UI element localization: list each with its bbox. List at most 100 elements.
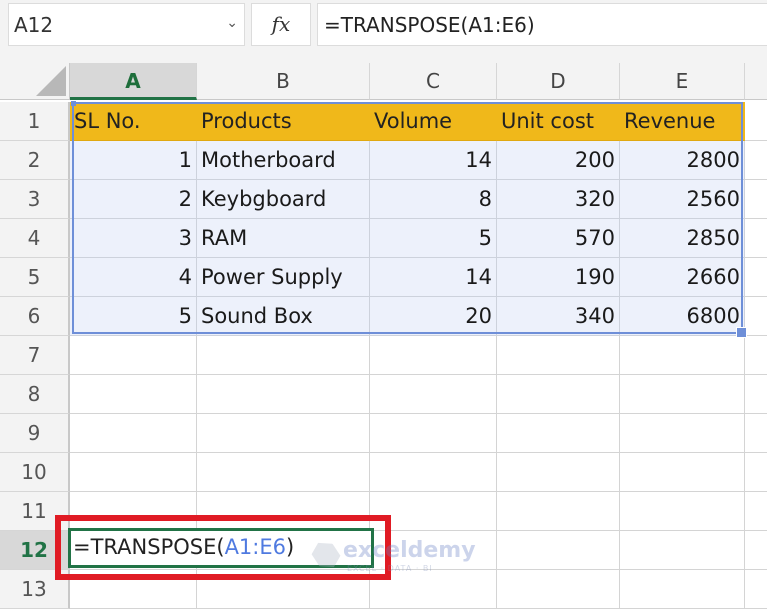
cell-a1[interactable]: SL No. (70, 102, 197, 141)
cell-c4[interactable]: 5 (370, 219, 497, 258)
cell-f11[interactable] (745, 492, 767, 531)
cell-f10[interactable] (745, 453, 767, 492)
select-all-triangle-icon (36, 66, 66, 96)
cell-e2[interactable]: 2800 (620, 141, 745, 180)
cell-c5[interactable]: 14 (370, 258, 497, 297)
cell-d13[interactable] (497, 570, 620, 609)
watermark-name: exceldemy (343, 538, 476, 563)
formula-bar-value: =TRANSPOSE(A1:E6) (324, 13, 535, 37)
name-box[interactable]: A12 ⌄ (8, 3, 245, 46)
row-header-9[interactable]: 9 (0, 414, 70, 453)
cell-b4[interactable]: RAM (197, 219, 370, 258)
column-header-b[interactable]: B (197, 63, 370, 100)
column-header-e[interactable]: E (620, 63, 745, 100)
cell-b7[interactable] (197, 336, 370, 375)
column-header-c[interactable]: C (370, 63, 497, 100)
row-header-1[interactable]: 1 (0, 102, 70, 141)
cell-f1[interactable] (745, 102, 767, 141)
column-header-a[interactable]: A (70, 63, 197, 100)
cell-f2[interactable] (745, 141, 767, 180)
cell-f9[interactable] (745, 414, 767, 453)
cell-d6[interactable]: 340 (497, 297, 620, 336)
cell-e5[interactable]: 2660 (620, 258, 745, 297)
cell-f13[interactable] (745, 570, 767, 609)
cell-b6[interactable]: Sound Box (197, 297, 370, 336)
cell-e6[interactable]: 6800 (620, 297, 745, 336)
cell-a9[interactable] (70, 414, 197, 453)
row-header-2[interactable]: 2 (0, 141, 70, 180)
cell-a8[interactable] (70, 375, 197, 414)
cell-c7[interactable] (370, 336, 497, 375)
cell-c3[interactable]: 8 (370, 180, 497, 219)
cell-a2[interactable]: 1 (70, 141, 197, 180)
row-header-4[interactable]: 4 (0, 219, 70, 258)
cell-b2[interactable]: Motherboard (197, 141, 370, 180)
cell-d10[interactable] (497, 453, 620, 492)
cell-b5[interactable]: Power Supply (197, 258, 370, 297)
chevron-down-icon[interactable]: ⌄ (226, 15, 238, 31)
row-header-7[interactable]: 7 (0, 336, 70, 375)
cell-e11[interactable] (620, 492, 745, 531)
cell-a10[interactable] (70, 453, 197, 492)
cell-b8[interactable] (197, 375, 370, 414)
cell-f12[interactable] (745, 531, 767, 570)
cell-d3[interactable]: 320 (497, 180, 620, 219)
cell-e7[interactable] (620, 336, 745, 375)
cell-d2[interactable]: 200 (497, 141, 620, 180)
column-header-f[interactable] (745, 63, 767, 100)
cell-d11[interactable] (497, 492, 620, 531)
cell-c9[interactable] (370, 414, 497, 453)
formula-range-ref: A1:E6 (224, 535, 286, 559)
cell-c1[interactable]: Volume (370, 102, 497, 141)
cell-d9[interactable] (497, 414, 620, 453)
row-header-6[interactable]: 6 (0, 297, 70, 336)
column-header-d[interactable]: D (497, 63, 620, 100)
cell-a7[interactable] (70, 336, 197, 375)
cell-e13[interactable] (620, 570, 745, 609)
cell-b10[interactable] (197, 453, 370, 492)
row-header-8[interactable]: 8 (0, 375, 70, 414)
cell-f8[interactable] (745, 375, 767, 414)
select-all-button[interactable] (0, 63, 70, 100)
cell-d5[interactable]: 190 (497, 258, 620, 297)
cell-a4[interactable]: 3 (70, 219, 197, 258)
cell-a6[interactable]: 5 (70, 297, 197, 336)
cell-d8[interactable] (497, 375, 620, 414)
insert-function-button[interactable]: fx (251, 3, 311, 46)
formula-bar-input[interactable]: =TRANSPOSE(A1:E6) (317, 3, 767, 46)
row-header-10[interactable]: 10 (0, 453, 70, 492)
cell-c2[interactable]: 14 (370, 141, 497, 180)
cell-e4[interactable]: 2850 (620, 219, 745, 258)
exceldemy-logo-icon (308, 537, 344, 573)
cell-a3[interactable]: 2 (70, 180, 197, 219)
cell-c8[interactable] (370, 375, 497, 414)
cell-c6[interactable]: 20 (370, 297, 497, 336)
watermark: exceldemy EXCEL · DATA · BI (313, 538, 476, 578)
cell-f5[interactable] (745, 258, 767, 297)
fx-icon: fx (271, 12, 291, 36)
cell-f3[interactable] (745, 180, 767, 219)
row-header-3[interactable]: 3 (0, 180, 70, 219)
active-cell-formula: =TRANSPOSE(A1:E6) (73, 535, 295, 559)
cell-a5[interactable]: 4 (70, 258, 197, 297)
cell-c10[interactable] (370, 453, 497, 492)
formula-toolbar: A12 ⌄ fx =TRANSPOSE(A1:E6) (0, 0, 767, 63)
cell-d4[interactable]: 570 (497, 219, 620, 258)
cell-d7[interactable] (497, 336, 620, 375)
cell-d1[interactable]: Unit cost (497, 102, 620, 141)
cell-e8[interactable] (620, 375, 745, 414)
cell-e10[interactable] (620, 453, 745, 492)
cell-b9[interactable] (197, 414, 370, 453)
cell-e3[interactable]: 2560 (620, 180, 745, 219)
cell-d12[interactable] (497, 531, 620, 570)
cell-f4[interactable] (745, 219, 767, 258)
cell-b3[interactable]: Keybgboard (197, 180, 370, 219)
cell-e12[interactable] (620, 531, 745, 570)
name-box-value: A12 (14, 13, 54, 37)
cell-f7[interactable] (745, 336, 767, 375)
cell-b1[interactable]: Products (197, 102, 370, 141)
cell-e1[interactable]: Revenue (620, 102, 745, 141)
row-header-5[interactable]: 5 (0, 258, 70, 297)
cell-e9[interactable] (620, 414, 745, 453)
cell-f6[interactable] (745, 297, 767, 336)
